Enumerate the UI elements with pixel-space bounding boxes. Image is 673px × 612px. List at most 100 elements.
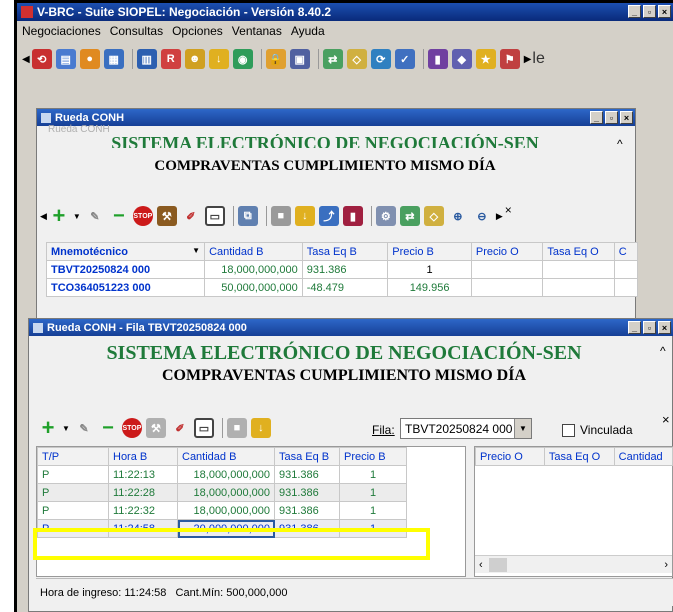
col-header-precio-b[interactable]: Precio B — [339, 447, 407, 466]
dropdown-arrow-icon[interactable]: ▼ — [62, 424, 70, 433]
document-icon[interactable]: ▤ — [55, 49, 76, 69]
precio-o-cell[interactable] — [470, 260, 544, 279]
bar-chart-icon[interactable]: ▮ — [342, 206, 363, 226]
col-header-precio-o[interactable]: Precio O — [475, 447, 545, 466]
horizontal-scrollbar[interactable]: ‹ › — [475, 555, 672, 573]
tp-cell[interactable]: P — [37, 501, 109, 520]
table-row[interactable]: TCO364051223 000 50,000,000,000 -48.479 … — [45, 278, 639, 297]
checkbox-icon[interactable] — [562, 423, 575, 437]
collapse-icon[interactable]: ^ — [660, 344, 666, 358]
chevron-down-icon[interactable]: ▼ — [514, 419, 531, 438]
cantidad-b-cell[interactable]: 18,000,000,000 — [204, 260, 303, 279]
zoom-out-icon[interactable]: ⊖ — [472, 206, 492, 226]
hora-cell[interactable]: 11:22:28 — [108, 483, 178, 502]
col-header-cantidad[interactable]: Cantidad — [613, 447, 673, 466]
transfer-icon[interactable]: ⇄ — [322, 49, 343, 69]
tasa-eq-o-cell[interactable] — [542, 278, 615, 297]
square-icon[interactable]: ■ — [226, 418, 247, 438]
calculator-icon[interactable]: ▣ — [289, 49, 310, 69]
menu-negociaciones[interactable]: Negociaciones — [22, 24, 101, 38]
fila-select[interactable]: TBVT20250824 000 ▼ — [400, 418, 532, 439]
col-header-tasa-eq-b[interactable]: Tasa Eq B — [274, 447, 340, 466]
people-icon[interactable]: ☻ — [184, 49, 205, 69]
precio-b-cell[interactable]: 1 — [387, 260, 472, 279]
restore-button[interactable]: ▫ — [605, 111, 618, 124]
tasa-cell[interactable]: 931.386 — [274, 483, 340, 502]
scroll-right-arrow-icon[interactable]: ▶ — [496, 211, 503, 222]
dropdown-arrow-icon[interactable]: ▼ — [73, 212, 81, 221]
add-icon[interactable]: + — [38, 415, 58, 440]
save-icon[interactable]: ▭ — [193, 418, 214, 438]
transfer-icon[interactable]: ⇄ — [399, 206, 420, 226]
col-header-tasa-eq-b[interactable]: Tasa Eq B — [301, 242, 389, 261]
col-header-tasa-eq-o[interactable]: Tasa Eq O — [542, 242, 615, 261]
tp-cell[interactable]: P — [37, 465, 109, 484]
zoom-in-icon[interactable]: ⊕ — [448, 206, 468, 226]
restore-button[interactable]: ▫ — [643, 321, 656, 334]
stop-icon[interactable]: STOP — [121, 418, 142, 438]
hammer-icon[interactable]: ⚒ — [145, 418, 166, 438]
scroll-left-arrow-icon[interactable]: ◀ — [40, 211, 47, 222]
collapse-icon[interactable]: ^ — [617, 137, 623, 151]
mnemo-cell[interactable]: TBVT20250824 000 — [45, 260, 206, 279]
restore-button[interactable]: ▫ — [643, 5, 656, 18]
col-header-mnemotecnico[interactable]: Mnemotécnico ▼ — [45, 242, 206, 261]
precio-cell[interactable]: 1 — [339, 483, 407, 502]
close-button[interactable]: × — [658, 321, 671, 334]
globe-icon[interactable]: ◉ — [232, 49, 253, 69]
col-header-precio-b[interactable]: Precio B — [387, 242, 472, 261]
scroll-thumb[interactable] — [488, 557, 507, 572]
vinculada-checkbox[interactable]: Vinculada — [562, 423, 633, 437]
flag-icon[interactable]: ⚑ — [499, 49, 520, 69]
square-icon[interactable]: ■ — [270, 206, 291, 226]
remove-icon[interactable]: − — [109, 205, 129, 227]
users-icon[interactable]: ● — [79, 49, 100, 69]
lock-icon[interactable]: 🔒 — [265, 49, 286, 69]
tasa-eq-o-cell[interactable] — [542, 260, 615, 279]
tasa-cell[interactable]: 931.386 — [274, 501, 340, 520]
edit-pencil-icon[interactable]: ✎ — [74, 418, 94, 438]
tag-icon[interactable]: ◇ — [423, 206, 444, 226]
refresh-arrows-icon[interactable]: ⟲ — [31, 49, 52, 69]
check-icon[interactable]: ✓ — [394, 49, 415, 69]
sheet-icon[interactable]: ▥ — [136, 49, 157, 69]
tag-icon[interactable]: ◇ — [346, 49, 367, 69]
col-header-cantidad-b[interactable]: Cantidad B — [204, 242, 303, 261]
arrow-down-icon[interactable]: ↓ — [294, 206, 315, 226]
settings-icon[interactable]: ⚙ — [375, 206, 396, 226]
table-grid-icon[interactable]: ▦ — [103, 49, 124, 69]
scroll-right-icon[interactable]: › — [664, 559, 668, 571]
scroll-right-arrow-icon[interactable]: ▶ — [524, 54, 532, 65]
close-icon[interactable]: × — [505, 203, 512, 217]
hora-cell[interactable]: 11:22:32 — [108, 501, 178, 520]
hora-cell[interactable]: 11:22:13 — [108, 465, 178, 484]
close-button[interactable]: × — [620, 111, 633, 124]
minimize-button[interactable]: _ — [628, 5, 641, 18]
tasa-cell[interactable]: 931.386 — [274, 465, 340, 484]
table-row[interactable]: P 11:22:13 18,000,000,000 931.386 1 — [37, 465, 407, 484]
minimize-button[interactable]: _ — [590, 111, 603, 124]
col-header-tasa-eq-o[interactable]: Tasa Eq O — [543, 447, 615, 466]
precio-cell[interactable]: 1 — [339, 501, 407, 520]
hammer-icon[interactable]: ⚒ — [156, 206, 177, 226]
cantidad-cell[interactable]: 18,000,000,000 — [177, 465, 275, 484]
graduation-icon[interactable]: ◆ — [451, 49, 472, 69]
col-header-c[interactable]: C — [613, 242, 639, 261]
cantidad-cell[interactable]: 18,000,000,000 — [177, 483, 275, 502]
copy-icon[interactable]: ⧉ — [237, 206, 258, 226]
precio-cell[interactable]: 1 — [339, 465, 407, 484]
menu-opciones[interactable]: Opciones — [172, 24, 223, 38]
close-button[interactable]: × — [658, 5, 671, 18]
menu-ventanas[interactable]: Ventanas — [232, 24, 282, 38]
cantidad-cell[interactable]: 18,000,000,000 — [177, 501, 275, 520]
tp-cell[interactable]: P — [37, 483, 109, 502]
stop-icon[interactable]: STOP — [132, 206, 153, 226]
remove-icon[interactable]: − — [98, 417, 118, 439]
tasa-eq-b-cell[interactable]: -48.479 — [301, 278, 389, 297]
col-header-tp[interactable]: T/P — [37, 447, 109, 466]
bar-chart-icon[interactable]: ▮ — [427, 49, 448, 69]
col-header-hora-b[interactable]: Hora B — [108, 447, 178, 466]
wand-icon[interactable]: ✐ — [181, 206, 201, 226]
scroll-left-icon[interactable]: ‹ — [479, 559, 483, 571]
col-header-cantidad-b[interactable]: Cantidad B — [177, 447, 275, 466]
